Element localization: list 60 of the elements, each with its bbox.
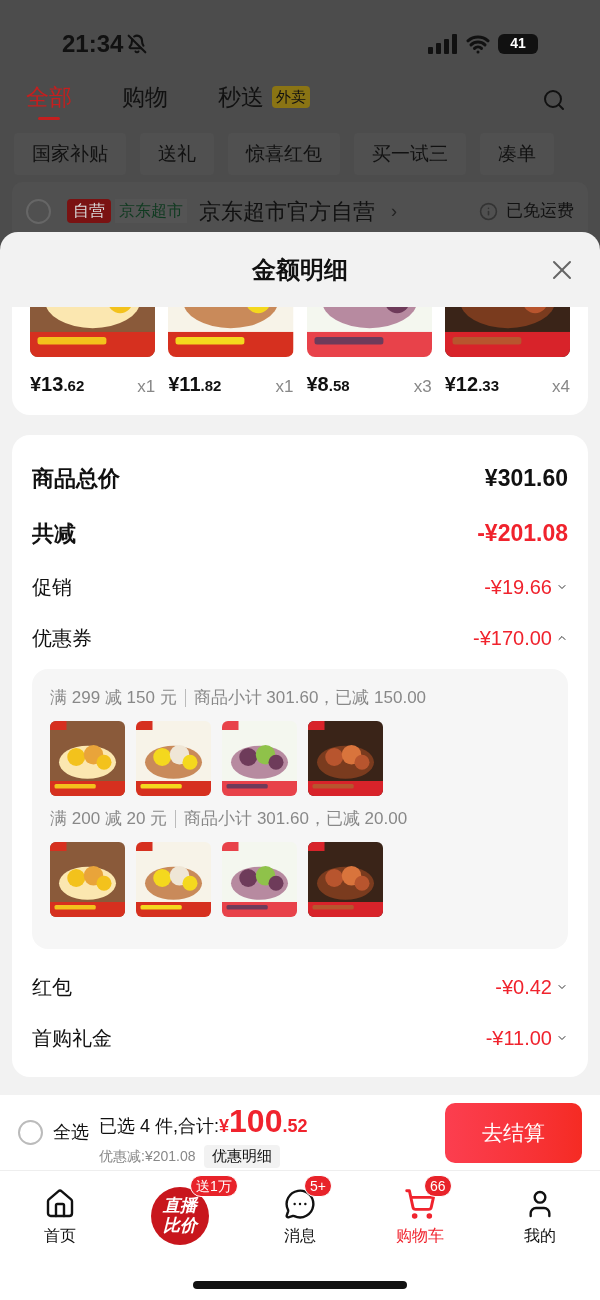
home-icon [44, 1188, 76, 1220]
item-price: ¥13.62 [30, 372, 85, 397]
item-price: ¥12.33 [444, 372, 499, 397]
coupon-rule: 满 299 减 150 元 [50, 687, 177, 710]
expand-toggle[interactable]: -¥19.66 [484, 571, 568, 602]
nav-tab[interactable]: 5+ 消息 [240, 1171, 360, 1261]
search-icon[interactable] [542, 87, 566, 112]
badge: 送1万 [190, 1175, 238, 1197]
expand-toggle[interactable]: -¥170.00 [473, 622, 568, 653]
nav-tab[interactable]: 我的 [480, 1171, 600, 1261]
store-name[interactable]: 京东超市官方自营 [199, 194, 375, 228]
badge: 5+ [304, 1175, 332, 1197]
sheet-title: 金额明细 [252, 254, 348, 285]
clock-time: 21:34 [62, 28, 124, 59]
item-quantity: x4 [552, 375, 570, 398]
item-price: ¥8.58 [306, 372, 350, 397]
signal-icon [428, 33, 458, 54]
expand-toggle[interactable]: -¥0.42 [495, 971, 568, 1002]
tag-label: 外卖 [272, 85, 310, 109]
filter-chip[interactable]: 买一试三 [354, 133, 466, 176]
select-all-label[interactable]: 全选 [53, 1119, 89, 1146]
item-quantity: x3 [413, 375, 432, 398]
category-tab[interactable]: 秒送 外卖 [218, 79, 310, 121]
coupon-note: 商品小计 301.60，已减 150.00 [193, 687, 427, 710]
radio-button[interactable] [18, 1120, 43, 1145]
badge: 66 [424, 1175, 452, 1197]
shipping-note: 已免运费 [506, 200, 574, 223]
coupon-rule: 满 200 减 20 元 [50, 808, 168, 831]
checkout-button[interactable]: 去结算 [445, 1102, 582, 1163]
summary-amount: -¥201.08 [477, 519, 568, 549]
summary-label: 首购礼金 [32, 1025, 112, 1051]
summary-label: 优惠券 [32, 625, 92, 651]
savings-text: 优惠减:¥201.08 [99, 1147, 196, 1166]
nav-tab[interactable]: 首页 [0, 1171, 120, 1261]
filter-chip[interactable]: 凑单 [480, 133, 554, 176]
battery-indicator: 41 [498, 33, 538, 54]
live-price-button[interactable]: 送1万 直播 比价 [120, 1171, 240, 1261]
info-icon[interactable] [479, 201, 498, 221]
item-price: ¥11.82 [168, 372, 222, 397]
summary-label: 红包 [32, 974, 72, 1000]
discount-details-button[interactable]: 优惠明细 [203, 1145, 280, 1168]
filter-chip[interactable]: 惊喜红包 [228, 133, 340, 176]
category-tab[interactable]: 购物 [122, 79, 168, 121]
summary-label: 共减 [32, 520, 76, 548]
store-tag: 自营 [67, 199, 111, 224]
summary-amount: ¥301.60 [484, 464, 568, 494]
coupon-note: 商品小计 301.60，已减 20.00 [184, 808, 408, 831]
store-tag: 京东超市 [115, 199, 187, 224]
item-quantity: x1 [137, 375, 156, 398]
selection-summary: 已选 4 件,合计: [99, 1115, 219, 1139]
filter-chip[interactable]: 国家补贴 [14, 133, 126, 176]
summary-label: 促销 [32, 574, 72, 600]
item-quantity: x1 [275, 375, 294, 398]
summary-label: 商品总价 [32, 465, 120, 493]
bell-off-icon [127, 33, 148, 54]
total-price: ¥100.52 [219, 1102, 308, 1142]
nav-tab[interactable]: 66 购物车 [360, 1171, 480, 1261]
chevron-right-icon: › [391, 197, 397, 225]
expand-toggle[interactable]: -¥11.00 [485, 1022, 568, 1053]
filter-chip[interactable]: 送礼 [140, 133, 214, 176]
